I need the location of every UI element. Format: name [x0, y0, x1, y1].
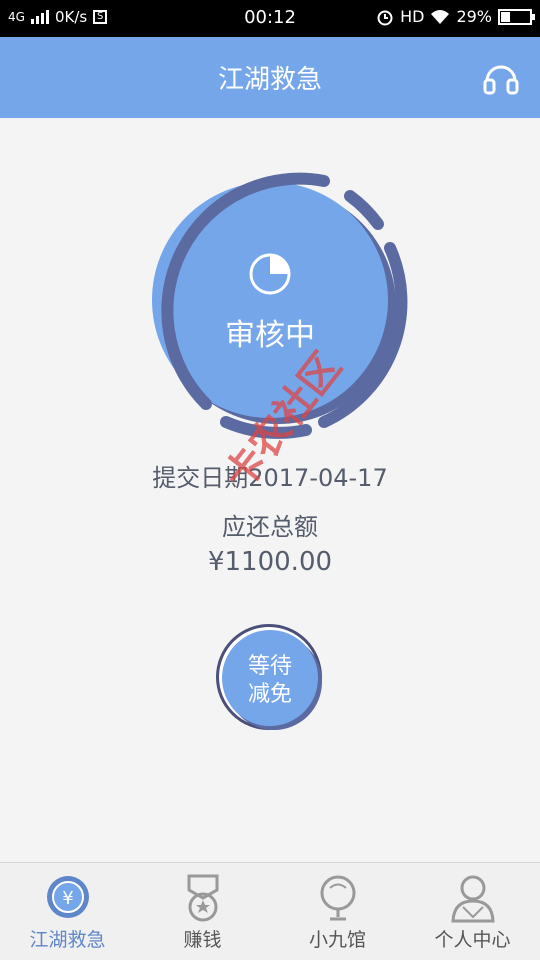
tab-earn[interactable]: 赚钱 — [135, 863, 270, 960]
wifi-icon — [431, 9, 450, 24]
tab-jianghu[interactable]: ¥ 江湖救急 — [0, 863, 135, 960]
wait-waiver-line2: 减免 — [247, 682, 292, 707]
battery-percent: 29% — [456, 7, 492, 26]
review-ring — [152, 172, 408, 439]
review-status: 审核中 — [225, 318, 315, 353]
total-label: 应还总额 — [222, 513, 318, 541]
battery-icon — [498, 8, 535, 25]
tab-label: 江湖救急 — [29, 929, 106, 951]
medal-icon — [187, 874, 219, 922]
pin-icon — [320, 875, 356, 921]
user-icon — [451, 875, 495, 923]
alarm-icon — [377, 10, 393, 25]
total-amount: ¥1100.00 — [207, 547, 333, 577]
status-bar: 4G 0K/s S 00:12 HD 29% — [0, 0, 540, 37]
tab-profile[interactable]: 个人中心 — [405, 863, 540, 960]
wait-waiver-button[interactable]: 等待 减免 — [216, 624, 322, 730]
clock-pie-icon — [249, 253, 291, 295]
page-title: 江湖救急 — [217, 65, 322, 95]
hd-label: HD — [400, 7, 425, 26]
tab-xiaojiuguan[interactable]: 小九馆 — [270, 863, 405, 960]
tab-label: 个人中心 — [434, 929, 511, 951]
status-right: HD 29% — [376, 7, 535, 26]
headset-icon[interactable] — [482, 59, 520, 97]
app-header: 江湖救急 — [0, 37, 540, 118]
bottom-tab-bar: ¥ 江湖救急 赚钱 小九馆 个人中心 — [0, 862, 540, 960]
yuan-icon: ¥ — [47, 876, 89, 918]
tab-label: 赚钱 — [183, 929, 222, 951]
tab-label: 小九馆 — [308, 929, 366, 951]
wait-waiver-label: 等待 减免 — [222, 630, 318, 726]
submit-date: 提交日期2017-04-17 — [152, 464, 388, 492]
svg-text:¥: ¥ — [62, 888, 73, 909]
wait-waiver-line1: 等待 — [247, 654, 292, 679]
